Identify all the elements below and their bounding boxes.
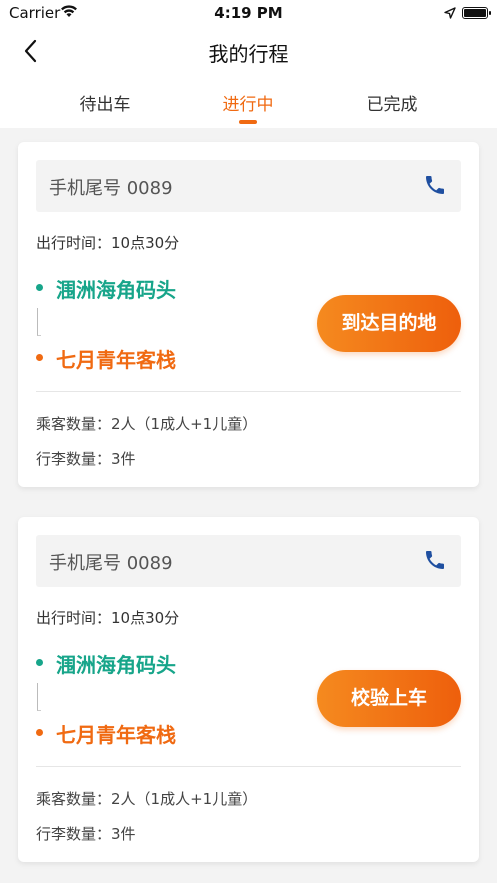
origin-name: 涠洲海角码头 <box>56 278 176 302</box>
trip-card: 手机尾号 0089 出行时间：10点30分 涠洲海角码头 七月青年客栈 校验上车… <box>18 517 479 862</box>
location-arrow-icon <box>444 5 456 23</box>
divider <box>36 391 461 392</box>
origin-dot-icon <box>36 659 43 666</box>
trip-card: 手机尾号 0089 出行时间：10点30分 涠洲海角码头 七月青年客栈 到达目的… <box>18 142 479 487</box>
tab-pending-label: 待出车 <box>79 95 131 115</box>
passenger-count: 乘客数量：2人（1成人+1儿童） <box>36 790 258 808</box>
passenger-phone-box: 手机尾号 0089 <box>36 535 461 587</box>
tab-bar: 待出车 进行中 已完成 <box>0 90 497 124</box>
phone-tail-number: 手机尾号 0089 <box>49 553 173 574</box>
divider <box>36 766 461 767</box>
tab-in-progress[interactable]: 进行中 <box>188 90 308 124</box>
phone-icon[interactable] <box>423 173 447 197</box>
arrive-destination-button[interactable]: 到达目的地 <box>317 295 461 352</box>
battery-icon <box>462 7 491 19</box>
phone-icon[interactable] <box>423 548 447 572</box>
luggage-count: 行李数量：3件 <box>36 450 136 468</box>
tab-in-progress-label: 进行中 <box>222 95 274 115</box>
tab-pending[interactable]: 待出车 <box>45 90 165 115</box>
active-tab-indicator <box>239 120 257 124</box>
clock: 4:19 PM <box>214 4 283 22</box>
origin-name: 涠洲海角码头 <box>56 653 176 677</box>
route-line <box>37 683 41 711</box>
passenger-phone-box: 手机尾号 0089 <box>36 160 461 212</box>
destination-dot-icon <box>36 729 43 736</box>
destination-name: 七月青年客栈 <box>56 723 176 747</box>
tab-completed-label: 已完成 <box>366 95 418 115</box>
status-bar: Carrier 4:19 PM <box>0 0 497 26</box>
top-bar: Carrier 4:19 PM 我的行程 待出车 进行中 已完成 <box>0 0 497 128</box>
passenger-count: 乘客数量：2人（1成人+1儿童） <box>36 415 258 433</box>
verify-boarding-button[interactable]: 校验上车 <box>317 670 461 727</box>
departure-time: 出行时间：10点30分 <box>36 609 180 627</box>
phone-tail-number: 手机尾号 0089 <box>49 178 173 199</box>
destination-dot-icon <box>36 354 43 361</box>
page-title: 我的行程 <box>208 42 289 66</box>
luggage-count: 行李数量：3件 <box>36 825 136 843</box>
destination-name: 七月青年客栈 <box>56 348 176 372</box>
route-line <box>37 308 41 336</box>
departure-time: 出行时间：10点30分 <box>36 234 180 252</box>
tab-completed[interactable]: 已完成 <box>332 90 452 115</box>
origin-dot-icon <box>36 284 43 291</box>
